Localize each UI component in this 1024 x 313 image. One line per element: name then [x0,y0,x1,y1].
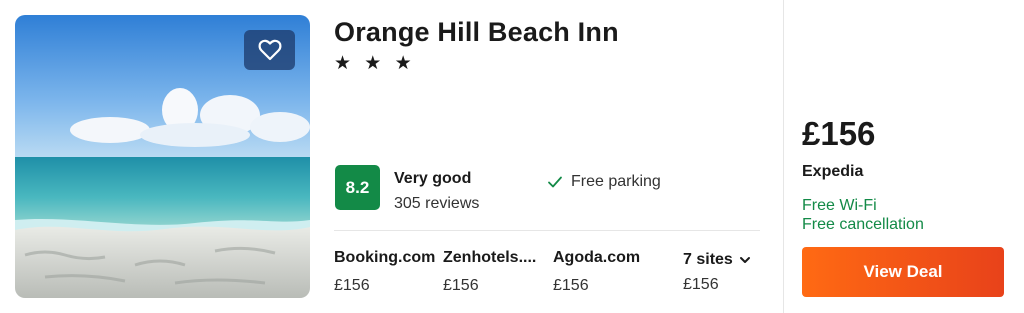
site-price: £156 [553,277,589,294]
check-icon [548,176,562,188]
section-divider [334,230,760,231]
more-sites-label: 7 sites [683,251,733,268]
view-deal-button[interactable]: View Deal [802,247,1004,297]
more-sites-button[interactable]: 7 sites [683,251,751,269]
perk-free-wifi: Free Wi-Fi [802,197,877,214]
hotel-name[interactable]: Orange Hill Beach Inn [334,17,619,48]
chevron-down-icon [739,257,750,263]
favorite-button[interactable] [244,30,295,70]
heart-icon [258,39,281,61]
site-name: Agoda.com [553,249,641,266]
site-price: £156 [334,277,370,294]
more-sites-price: £156 [683,276,719,293]
site-price: £156 [443,277,479,294]
site-offer-agoda[interactable]: Agoda.com £156 [553,249,663,295]
review-count[interactable]: 305 reviews [394,195,479,213]
rating-label: Very good [394,170,472,187]
deal-provider: Expedia [802,163,864,180]
perk-free-cancellation: Free cancellation [802,216,924,233]
amenity-free-parking: Free parking [547,173,661,191]
deal-price: £156 [802,115,876,152]
star-rating: ★ ★ ★ [334,53,416,74]
amenity-label: Free parking [571,173,661,190]
site-name: Zenhotels.... [443,249,537,266]
site-name: Booking.com [334,249,436,266]
site-offer-zenhotels[interactable]: Zenhotels.... £156 [443,249,545,295]
site-offer-booking[interactable]: Booking.com £156 [334,249,438,295]
deal-divider [783,0,784,313]
hotel-card: Orange Hill Beach Inn ★ ★ ★ 8.2 Very goo… [0,0,1024,313]
rating-score-badge: 8.2 [335,165,380,210]
